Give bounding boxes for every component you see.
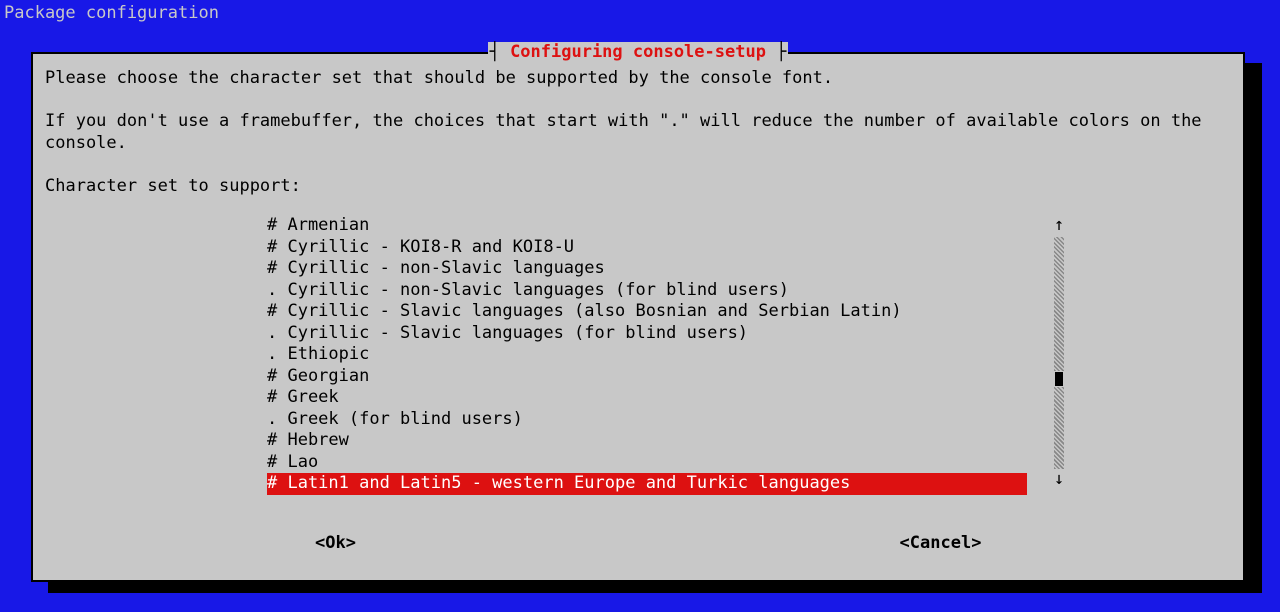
spacer <box>45 90 1231 112</box>
config-dialog: Configuring console-setup Please choose … <box>31 52 1245 582</box>
prompt-line-1: Please choose the character set that sho… <box>45 68 1231 90</box>
scroll-track-lower[interactable] <box>1054 387 1064 469</box>
header-title: Package configuration <box>4 3 219 23</box>
charset-list[interactable]: # Armenian# Cyrillic - KOI8-R and KOI8-U… <box>267 215 1027 495</box>
ok-button[interactable]: <Ok> <box>33 533 638 555</box>
dialog-title: Configuring console-setup <box>488 42 789 64</box>
spacer <box>45 154 1231 176</box>
scrollbar[interactable]: ↑ ↓ <box>1053 215 1065 490</box>
list-item[interactable]: # Cyrillic - Slavic languages (also Bosn… <box>267 301 1027 323</box>
list-item[interactable]: # Hebrew <box>267 430 1027 452</box>
prompt-line-2: If you don't use a framebuffer, the choi… <box>45 111 1231 154</box>
list-item[interactable]: # Latin1 and Latin5 - western Europe and… <box>267 473 1027 495</box>
list-item[interactable]: . Cyrillic - non-Slavic languages (for b… <box>267 280 1027 302</box>
scroll-track-upper[interactable] <box>1054 237 1064 371</box>
dialog-content: Please choose the character set that sho… <box>33 54 1243 197</box>
list-item[interactable]: . Cyrillic - Slavic languages (for blind… <box>267 323 1027 345</box>
button-row: <Ok> <Cancel> <box>33 533 1243 555</box>
prompt-label: Character set to support: <box>45 176 1231 198</box>
list-item[interactable]: # Armenian <box>267 215 1027 237</box>
list-item[interactable]: . Greek (for blind users) <box>267 409 1027 431</box>
list-item[interactable]: # Georgian <box>267 366 1027 388</box>
scroll-thumb[interactable] <box>1055 372 1063 386</box>
list-item[interactable]: # Cyrillic - KOI8-R and KOI8-U <box>267 237 1027 259</box>
list-item[interactable]: # Greek <box>267 387 1027 409</box>
scroll-down-icon[interactable]: ↓ <box>1053 469 1065 491</box>
scroll-up-icon[interactable]: ↑ <box>1053 215 1065 237</box>
dialog-title-wrap: Configuring console-setup <box>33 42 1243 64</box>
app-header: Package configuration <box>0 0 1280 25</box>
list-item[interactable]: # Lao <box>267 452 1027 474</box>
cancel-button[interactable]: <Cancel> <box>638 533 1243 555</box>
list-item[interactable]: . Ethiopic <box>267 344 1027 366</box>
list-item[interactable]: # Cyrillic - non-Slavic languages <box>267 258 1027 280</box>
